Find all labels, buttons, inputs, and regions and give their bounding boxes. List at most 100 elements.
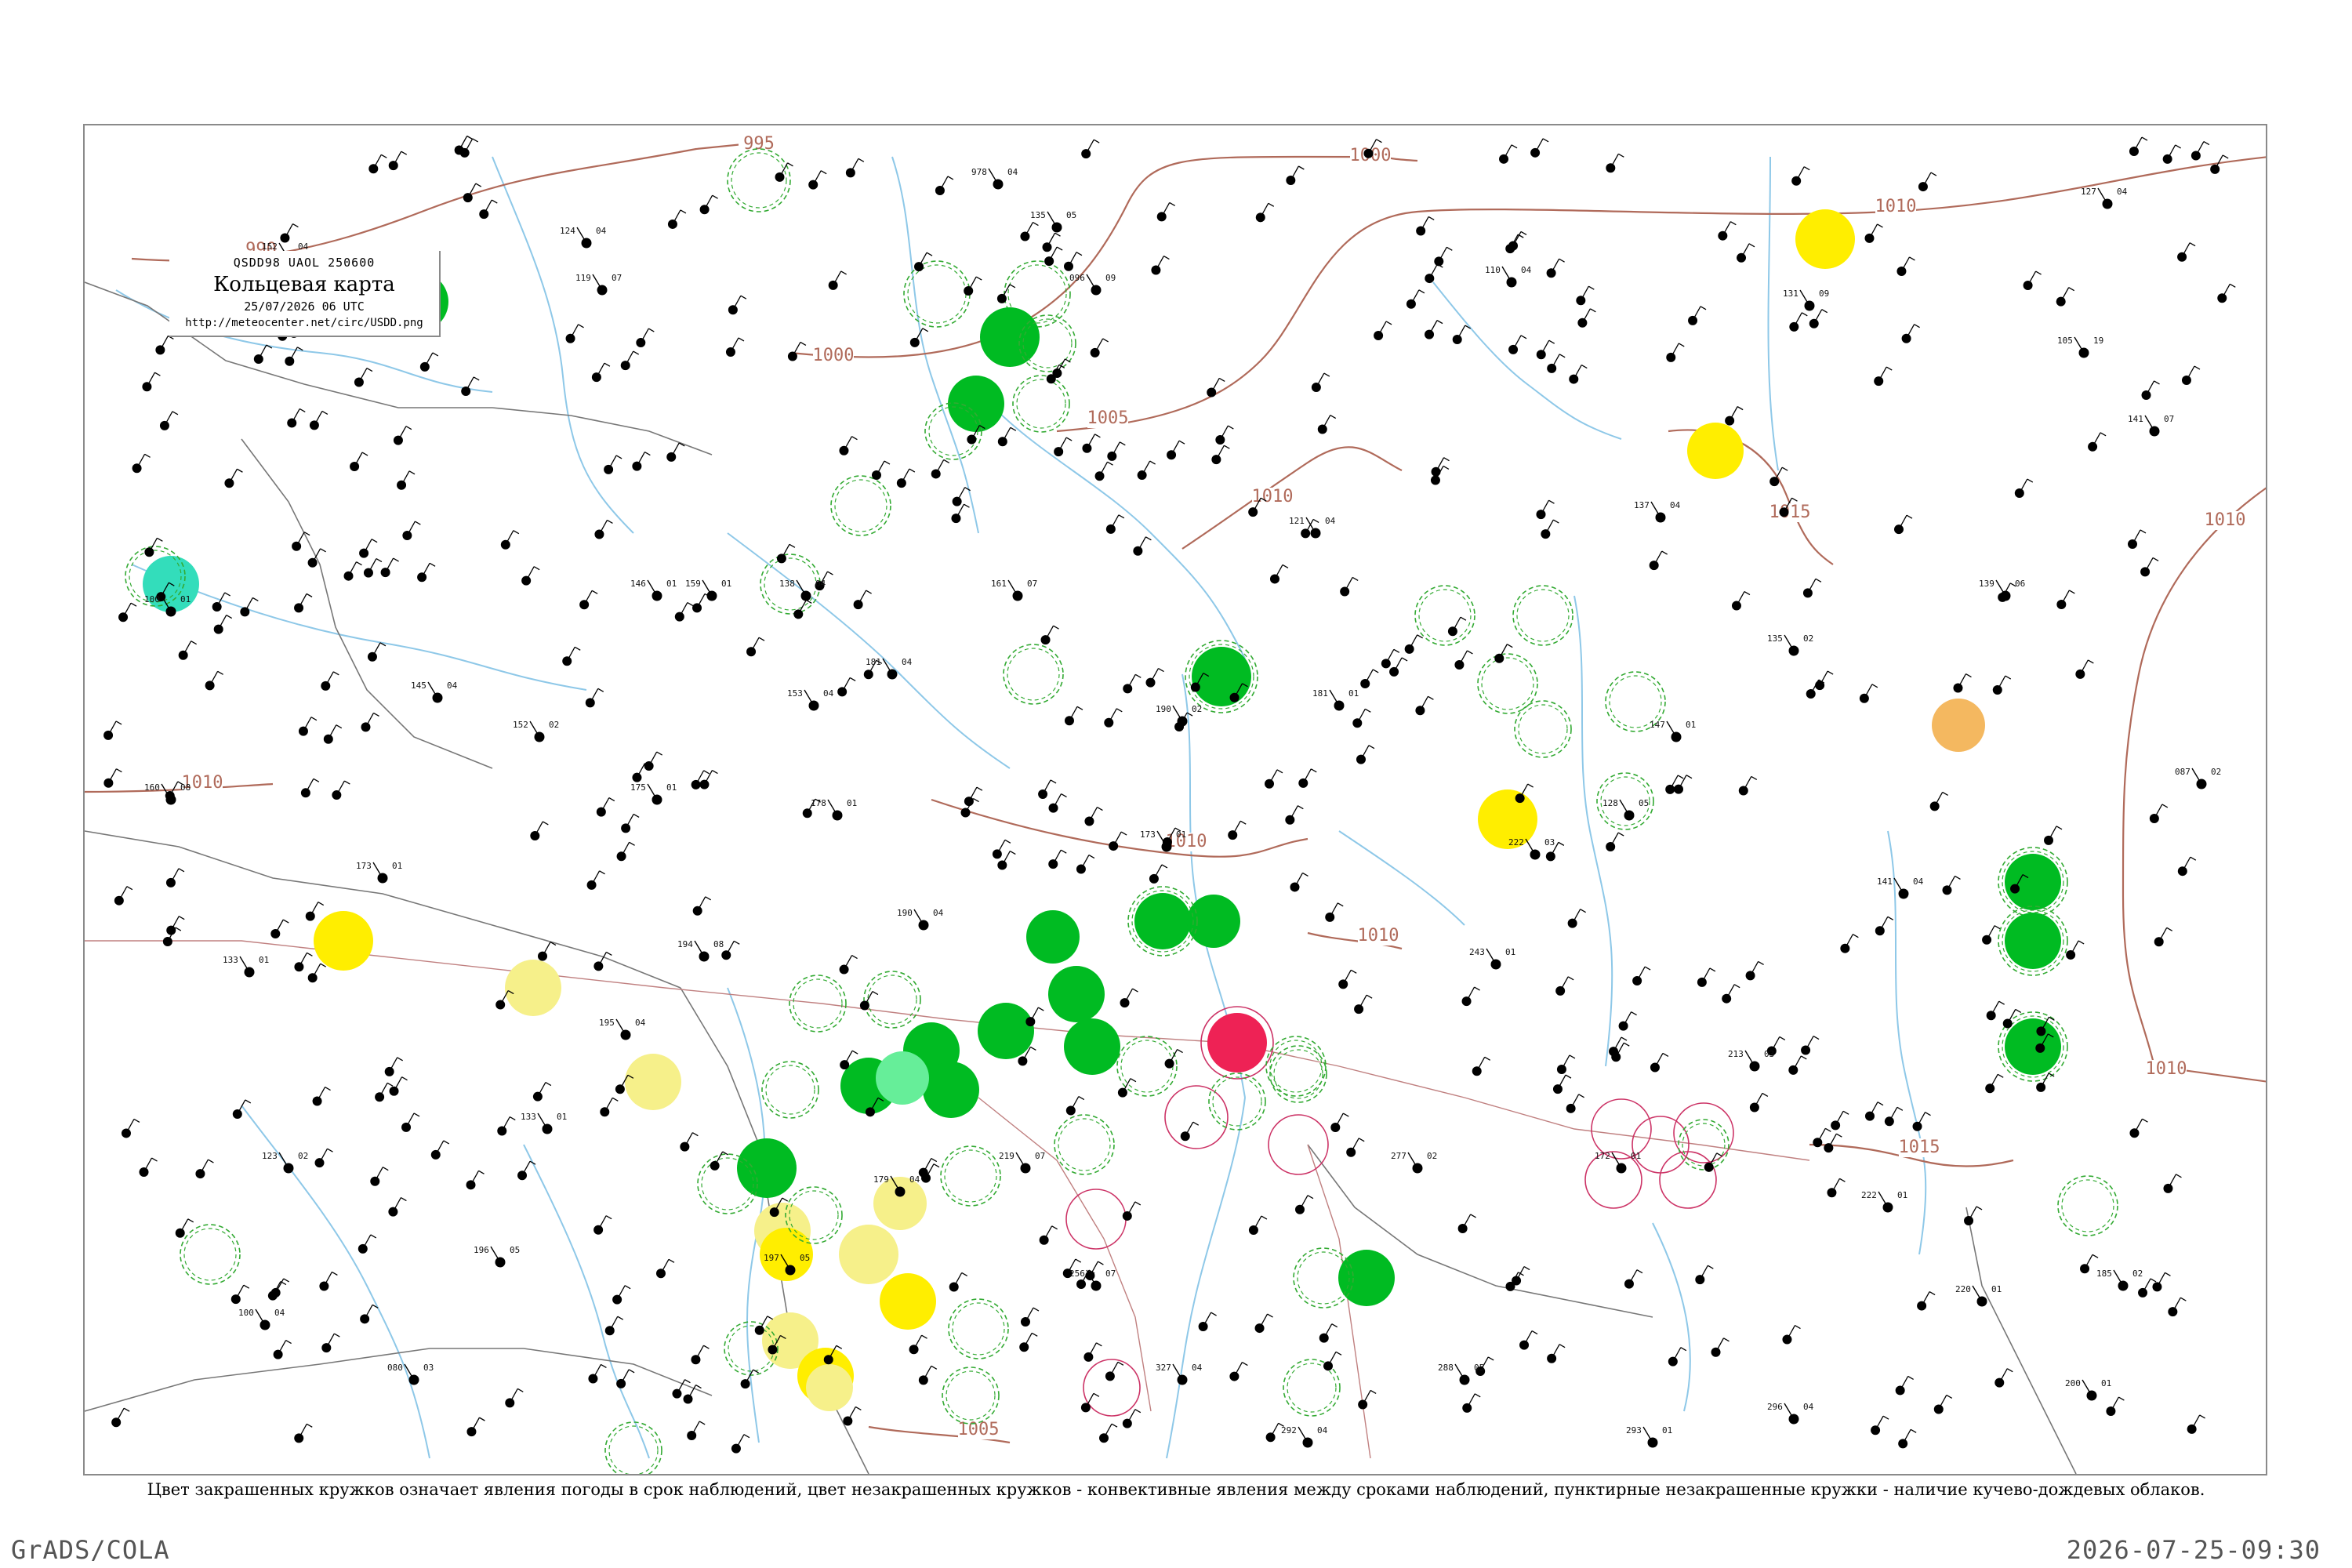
wind-barb-feather: [336, 724, 343, 729]
station-marker: [298, 717, 318, 736]
wind-barb-feather: [1004, 839, 1011, 844]
station-marker: [1229, 1362, 1248, 1381]
station-pressure: 04: [447, 681, 458, 691]
station-marker: [612, 1285, 631, 1305]
station-marker: [1547, 354, 1566, 373]
river: [523, 1144, 650, 1459]
wind-barb-feather: [1542, 138, 1549, 143]
wind-barb-feather: [1119, 441, 1126, 446]
station-marker: [103, 720, 122, 740]
wind-barb-feather: [1116, 708, 1123, 713]
wind-barb-feather: [332, 1271, 338, 1276]
cumulonimbus-ring-inner: [1016, 379, 1066, 429]
cumulonimbus-ring: [761, 1061, 819, 1119]
wind-barb-feather: [1053, 625, 1059, 630]
station-marker: [1317, 414, 1337, 434]
station-marker: [644, 751, 662, 771]
wind-barb-feather: [1709, 967, 1716, 972]
wind-barb-feather: [1779, 1036, 1786, 1041]
wind-barb-feather: [306, 1423, 313, 1428]
wind-barb-feather: [851, 1050, 858, 1054]
station-marker: [1416, 216, 1435, 236]
wind-barb: [255, 1308, 266, 1326]
wind-barb-feather: [1523, 1265, 1530, 1271]
wind-barb-feather: [1707, 1265, 1714, 1269]
wind-barb-feather: [1567, 976, 1574, 981]
station-marker: [996, 284, 1016, 303]
station-marker: [118, 602, 137, 622]
station-marker: [896, 468, 916, 488]
wind-barb-feather: [429, 562, 436, 567]
river: [131, 564, 587, 691]
station-marker: [2152, 1272, 2171, 1292]
wind-barb-feather: [1803, 166, 1810, 171]
border-line: [1965, 1207, 2077, 1474]
station-plot: 152 02: [513, 720, 559, 742]
wind-barb-feather: [1723, 1338, 1730, 1342]
wind-barb-feather: [545, 1082, 552, 1087]
wind-barb: [702, 579, 713, 597]
wind-barb: [2113, 1269, 2124, 1287]
wind-barb-feather: [1051, 1225, 1058, 1230]
wind-barb-feather: [1578, 1094, 1584, 1098]
station-marker: [2163, 1174, 2182, 1193]
wind-barb-feather: [466, 135, 473, 140]
cumulonimbus-ring-inner: [183, 1228, 237, 1281]
wind-barb-feather: [947, 176, 954, 180]
fog-weather-circle: [314, 911, 373, 971]
station-marker: [1789, 312, 1808, 332]
cumulonimbus-ring-inner: [765, 1065, 815, 1115]
station-marker: [935, 176, 954, 195]
station-marker: [1875, 916, 1894, 936]
station-temperature: 100: [238, 1308, 254, 1318]
station-marker: [1452, 325, 1472, 345]
station-marker: [787, 341, 807, 361]
station-marker: [309, 410, 328, 430]
station-plot: 159 01: [685, 579, 731, 601]
road-line: [1229, 1042, 1810, 1161]
station-marker: [1064, 706, 1083, 726]
station-pressure: 04: [596, 226, 607, 236]
cumulonimbus-ring-inner: [1516, 589, 1570, 642]
station-marker: [1286, 165, 1305, 185]
station-marker: [585, 688, 604, 708]
wind-barb-feather: [472, 138, 479, 143]
station-cloud-dot: [843, 1416, 853, 1426]
station-plot: 121 04: [1289, 516, 1336, 539]
wind-barb-feather: [633, 813, 640, 818]
station-cloud-dot: [121, 1128, 131, 1138]
station-pressure: 01: [1686, 720, 1696, 730]
station-marker: [1054, 437, 1073, 457]
wind-barb-feather: [217, 670, 223, 675]
wind-barb-feather: [789, 543, 796, 548]
station-marker: [359, 539, 378, 558]
station-temperature: 172: [1595, 1151, 1610, 1161]
wind-barb-feather: [1443, 457, 1450, 462]
station-marker: [997, 426, 1017, 447]
station-pressure: 05: [1066, 210, 1076, 220]
station-cloud-dot: [808, 180, 818, 190]
station-marker: [1737, 243, 1755, 263]
wind-barb-feather: [976, 786, 983, 791]
wind-barb-feather: [1484, 1056, 1491, 1061]
cumulonimbus-ring-inner: [907, 264, 967, 324]
station-marker: [604, 1316, 624, 1336]
station-marker: [1431, 457, 1450, 477]
station-plot: 141 07: [2128, 414, 2174, 437]
isobar-label: 1015: [1769, 503, 1811, 522]
station-cloud-dot: [118, 612, 129, 622]
station-plot: 185 02: [2096, 1269, 2143, 1291]
wind-barb-feather: [1298, 165, 1305, 170]
map-caption: Цвет закрашенных кружков означает явлени…: [147, 1480, 2205, 1499]
station-marker: [1434, 246, 1453, 267]
rain-weather-circle: [980, 307, 1040, 367]
wind-barb-feather: [2199, 1414, 2205, 1419]
station-marker: [466, 1170, 485, 1190]
wind-barb-feather: [1401, 657, 1408, 662]
wind-barb: [1799, 289, 1810, 307]
wind-barb-feather: [1700, 306, 1707, 310]
station-marker: [1802, 578, 1822, 598]
wind-barb-feather: [1661, 550, 1668, 555]
station-marker: [1606, 153, 1624, 173]
station-pressure: 01: [721, 579, 731, 589]
